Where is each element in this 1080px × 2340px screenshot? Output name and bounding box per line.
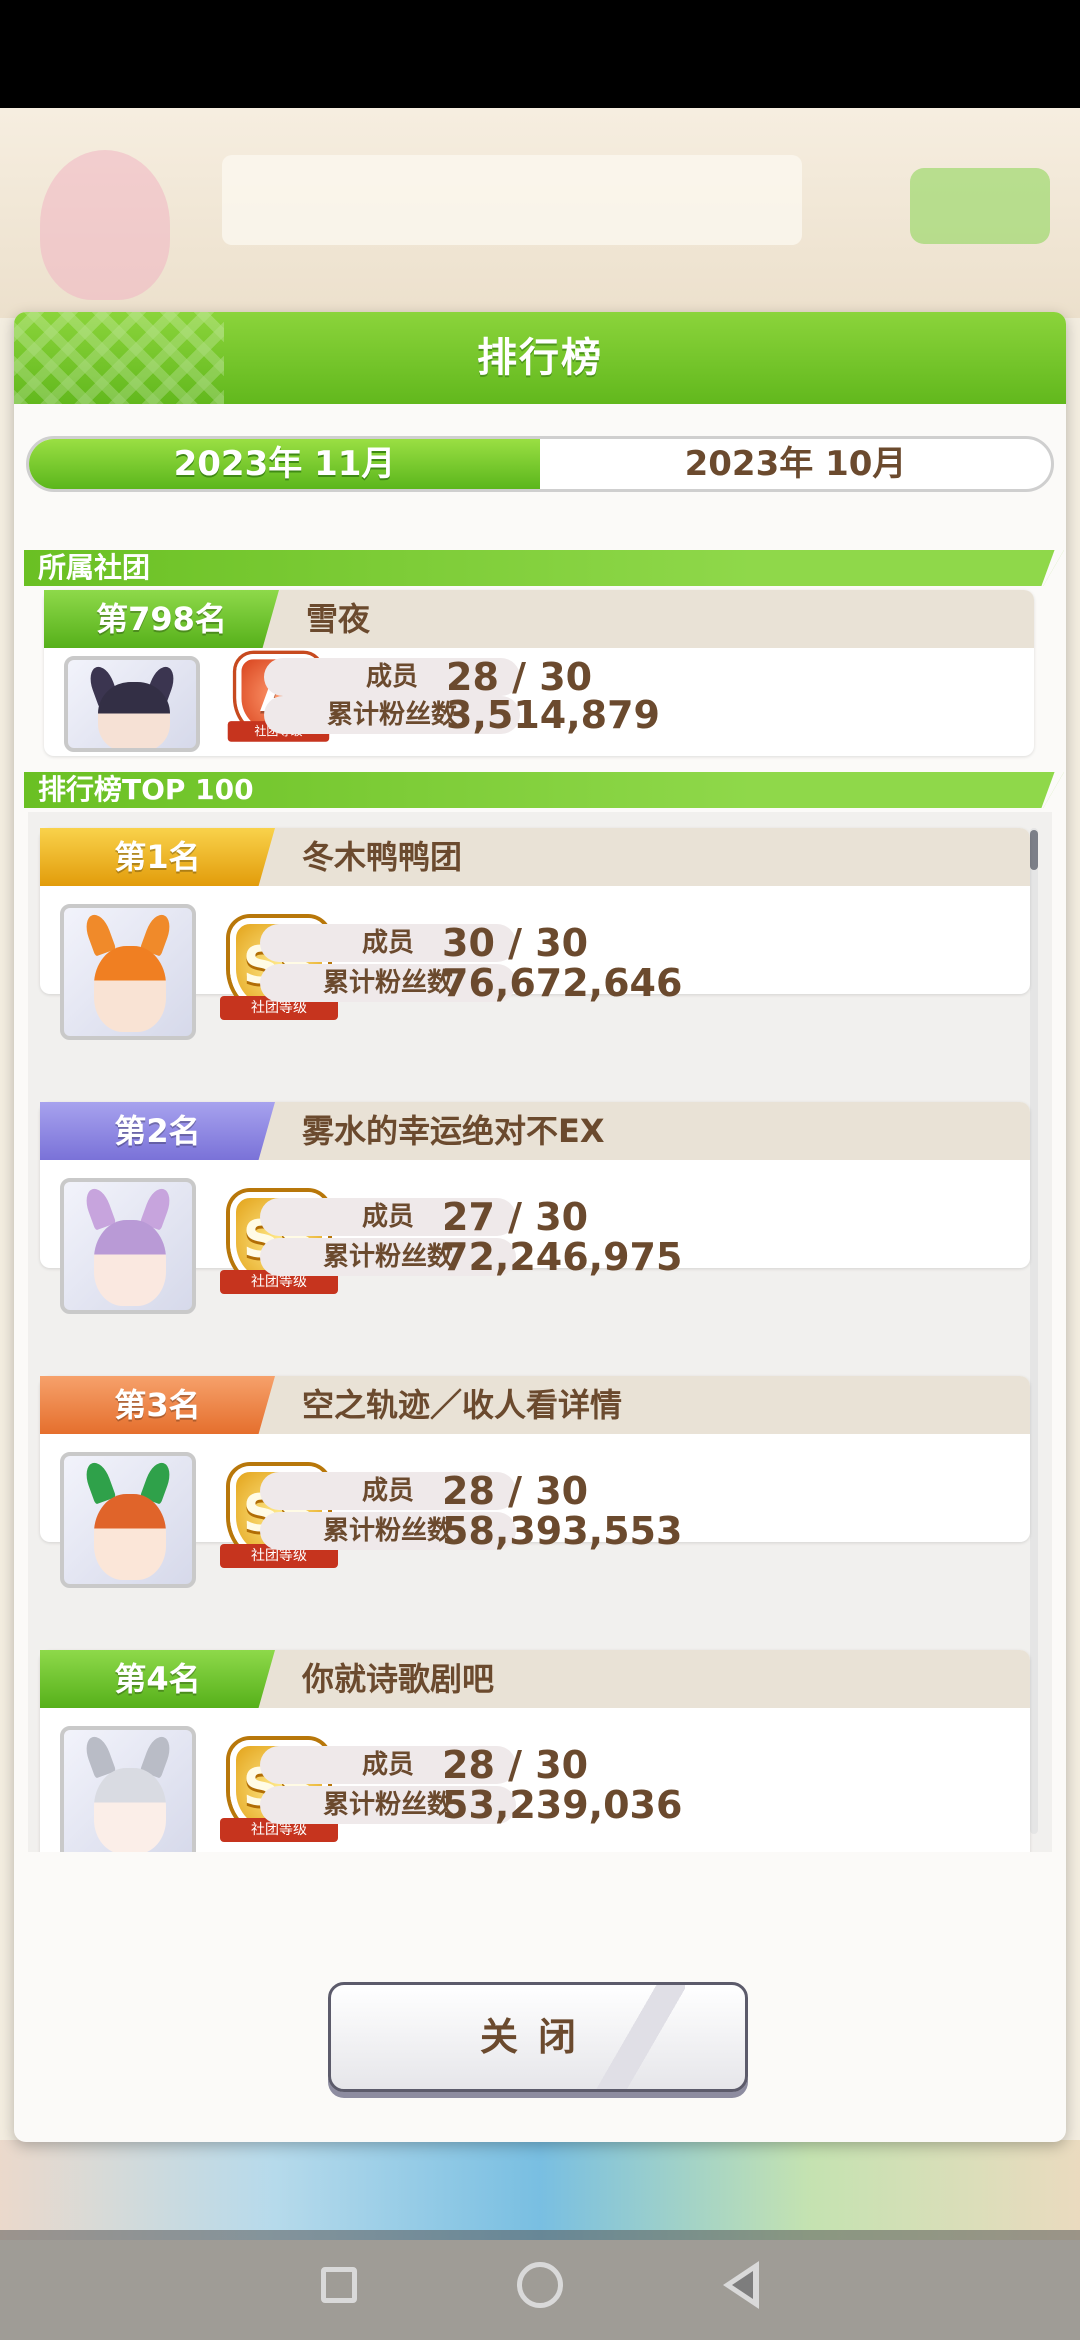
rank-ribbon: 第4名	[40, 1650, 275, 1708]
club-card-header: 第1名 冬木鸭鸭团	[40, 828, 1030, 886]
club-name: 雪夜	[306, 600, 371, 638]
home-icon[interactable]	[517, 2262, 563, 2308]
my-club-card[interactable]: 第798名 雪夜 A 社团等级 成员 28 / 30 累计粉丝数 3,514,8…	[44, 590, 1034, 756]
fans-value: 3,514,879	[446, 693, 660, 737]
background-bottom-menu	[0, 2140, 1080, 2240]
club-name: 空之轨迹／收人看详情	[302, 1386, 623, 1424]
club-leader-avatar	[60, 1178, 196, 1314]
close-button[interactable]: 关闭	[328, 1982, 748, 2092]
close-button-label: 关闭	[479, 2015, 596, 2059]
recent-apps-icon[interactable]	[321, 2267, 357, 2303]
fans-value: 76,672,646	[442, 961, 683, 1005]
avatar-face	[94, 1494, 166, 1580]
club-card-header: 第4名 你就诗歌剧吧	[40, 1650, 1030, 1708]
rank-ribbon: 第3名	[40, 1376, 275, 1434]
back-icon[interactable]	[723, 2261, 759, 2309]
background-club-emblem	[40, 150, 170, 300]
club-name: 雾水的幸运绝对不EX	[302, 1112, 605, 1150]
club-leader-avatar	[60, 904, 196, 1040]
avatar-face	[94, 1220, 166, 1306]
ranking-item[interactable]: 第3名 空之轨迹／收人看详情 SS 社团等级 成员 28 / 30 累计粉丝数 …	[40, 1376, 1030, 1588]
month-tabs: 2023年 11月 2023年 10月	[26, 436, 1054, 492]
ranking-modal: 排行榜 2023年 11月 2023年 10月 所属社团 第798名 雪夜 A …	[14, 312, 1066, 2142]
fans-value: 72,246,975	[442, 1235, 683, 1279]
fans-value: 53,239,036	[442, 1783, 683, 1827]
tab-previous-month[interactable]: 2023年 10月	[540, 439, 1051, 489]
club-leader-avatar	[60, 1452, 196, 1588]
system-navigation-bar	[0, 2230, 1080, 2340]
fans-value: 58,393,553	[442, 1509, 683, 1553]
ranking-item[interactable]: 第4名 你就诗歌剧吧 SS 社团等级 成员 28 / 30 累计粉丝数 53,2…	[40, 1650, 1030, 1852]
section-ranking-label: 排行榜TOP 100	[38, 773, 254, 806]
club-card-header: 第3名 空之轨迹／收人看详情	[40, 1376, 1030, 1434]
status-bar	[0, 0, 1080, 108]
members-value: 27 / 30	[442, 1195, 589, 1239]
modal-title-bar: 排行榜	[14, 312, 1066, 404]
club-leader-avatar	[64, 656, 200, 752]
club-leader-avatar	[60, 1726, 196, 1852]
rank-ribbon: 第798名	[44, 590, 279, 648]
tab-current-month[interactable]: 2023年 11月	[29, 439, 540, 489]
ranking-list[interactable]: 第1名 冬木鸭鸭团 SS 社团等级 成员 30 / 30 累计粉丝数 76,67…	[28, 812, 1052, 1852]
ranking-item[interactable]: 第1名 冬木鸭鸭团 SS 社团等级 成员 30 / 30 累计粉丝数 76,67…	[40, 828, 1030, 1040]
avatar-face	[94, 946, 166, 1032]
club-card-header: 第798名 雪夜	[44, 590, 1034, 648]
section-my-club-label: 所属社团	[38, 551, 151, 584]
club-name: 冬木鸭鸭团	[302, 838, 463, 876]
members-value: 28 / 30	[442, 1469, 589, 1513]
club-card-header: 第2名 雾水的幸运绝对不EX	[40, 1102, 1030, 1160]
section-my-club: 所属社团	[24, 550, 1064, 586]
members-value: 28 / 30	[442, 1743, 589, 1787]
members-value: 28 / 30	[446, 655, 593, 699]
members-value: 30 / 30	[442, 921, 589, 965]
scrollbar-track[interactable]	[1030, 828, 1038, 1834]
background-green-button	[910, 168, 1050, 244]
background-name-box	[222, 155, 802, 245]
modal-title: 排行榜	[477, 335, 603, 381]
ranking-item[interactable]: 第2名 雾水的幸运绝对不EX SS 社团等级 成员 27 / 30 累计粉丝数 …	[40, 1102, 1030, 1314]
avatar-face	[98, 682, 170, 748]
scrollbar-thumb[interactable]	[1030, 830, 1038, 870]
section-ranking: 排行榜TOP 100	[24, 772, 1064, 808]
rank-ribbon: 第1名	[40, 828, 275, 886]
rank-ribbon: 第2名	[40, 1102, 275, 1160]
avatar-face	[94, 1768, 166, 1852]
club-name: 你就诗歌剧吧	[302, 1660, 495, 1698]
